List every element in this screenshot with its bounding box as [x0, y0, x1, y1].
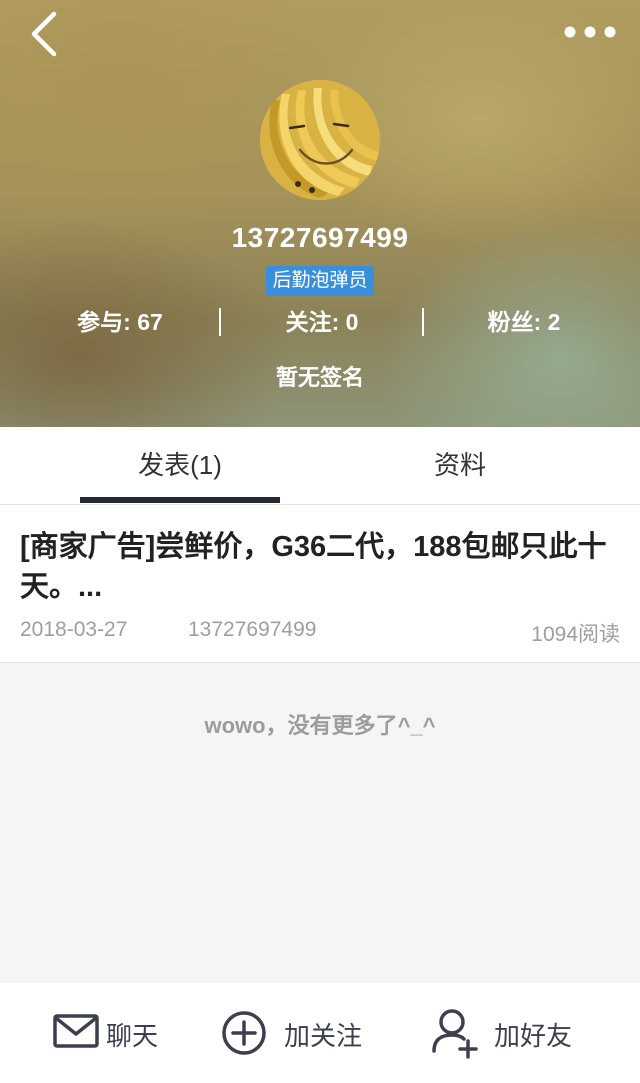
- stat-participate[interactable]: 参与: 67: [40, 305, 200, 339]
- active-tab-indicator: [80, 497, 280, 503]
- add-friend-label: 加好友: [494, 1021, 573, 1051]
- plus-circle-icon: [222, 1011, 266, 1055]
- user-title-badge: 后勤泡弹员: [266, 266, 374, 296]
- post-author: 13727697499: [188, 618, 317, 641]
- tab-profile-info[interactable]: 资料: [360, 427, 560, 505]
- post-read-count: 1094阅读: [531, 623, 620, 646]
- tab-posts[interactable]: 发表(1): [80, 427, 280, 505]
- avatar[interactable]: [260, 80, 380, 200]
- mail-icon: [53, 1014, 99, 1048]
- follow-label: 加关注: [284, 1021, 363, 1051]
- stat-fans[interactable]: 粉丝: 2: [440, 305, 608, 339]
- signature: 暂无签名: [275, 365, 364, 390]
- post-title: [商家广告]尝鲜价，G36二代，188包邮只此十天。...: [20, 531, 607, 603]
- list-item[interactable]: [商家广告]尝鲜价，G36二代，188包邮只此十天。... 2018-03-27…: [0, 505, 640, 663]
- chat-label: 聊天: [106, 1021, 159, 1051]
- profile-tabs: 发表(1) 资料: [0, 427, 640, 505]
- badge-container: 后勤泡弹员: [0, 266, 640, 296]
- add-friend-button[interactable]: 加好友: [430, 983, 600, 1083]
- post-date: 2018-03-27: [20, 618, 128, 641]
- chevron-left-icon: [31, 11, 57, 57]
- more-button[interactable]: [560, 18, 620, 46]
- follow-button[interactable]: 加关注: [220, 983, 380, 1083]
- banana-avatar-image: [260, 80, 380, 200]
- more-dots-icon: [564, 26, 616, 38]
- stats-divider: [422, 308, 424, 336]
- username: 13727697499: [231, 222, 409, 253]
- bottom-action-bar: 聊天 加关注 加好友: [0, 983, 640, 1083]
- add-user-icon: [432, 1009, 478, 1059]
- post-meta: 2018-03-27 13727697499 1094阅读: [20, 618, 620, 648]
- list-end-text: wowo，没有更多了^_^: [204, 713, 436, 738]
- stats-divider: [219, 308, 221, 336]
- profile-header: 13727697499 后勤泡弹员 参与: 67 关注: 0 粉丝: 2 暂无签…: [0, 0, 640, 427]
- chat-button[interactable]: 聊天: [50, 983, 180, 1083]
- user-profile-page: 13727697499 后勤泡弹员 参与: 67 关注: 0 粉丝: 2 暂无签…: [0, 0, 640, 1083]
- back-button[interactable]: [26, 8, 70, 60]
- stat-following[interactable]: 关注: 0: [240, 305, 404, 339]
- stats-row: 参与: 67 关注: 0 粉丝: 2: [0, 305, 640, 339]
